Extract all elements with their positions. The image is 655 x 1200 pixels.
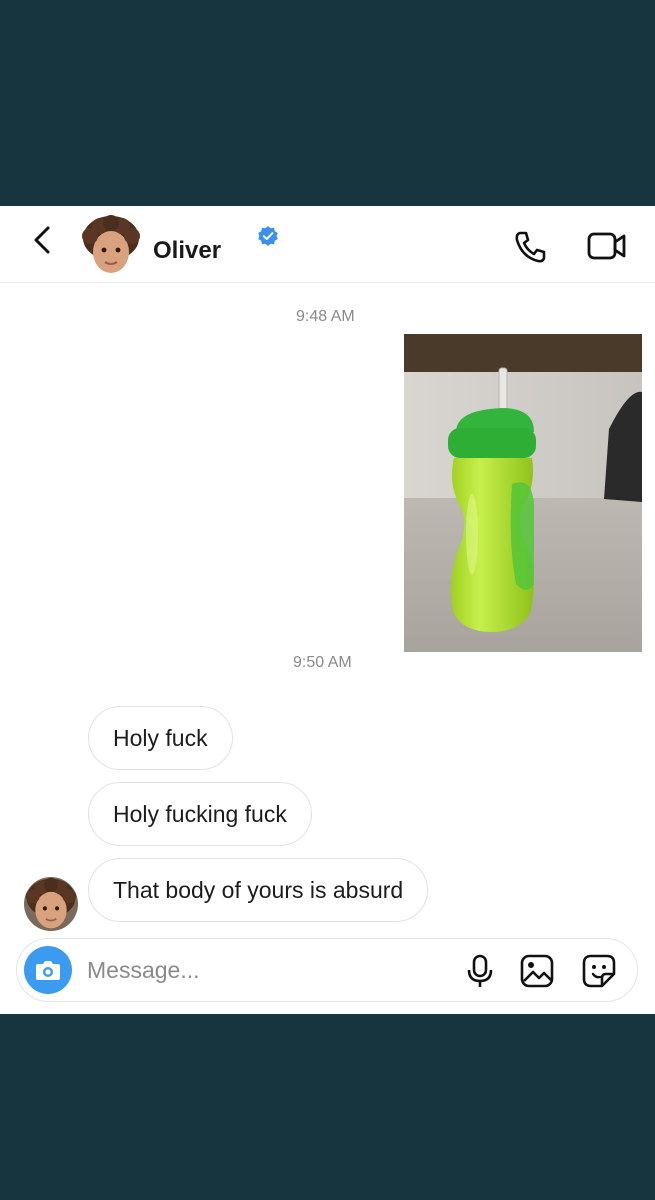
chat-screen: Oliver 9:48 AM 9:50 AM Holy fuck Holy fu… (0, 206, 655, 1014)
timestamp: 9:50 AM (293, 654, 352, 671)
microphone-icon[interactable] (465, 953, 495, 989)
gallery-icon[interactable] (519, 953, 555, 989)
verified-badge-icon (258, 226, 278, 246)
sent-photo[interactable] (404, 334, 642, 652)
phone-icon[interactable] (512, 228, 550, 266)
contact-name[interactable]: Oliver (153, 237, 221, 265)
received-message[interactable]: Holy fuck (88, 706, 233, 770)
sender-avatar[interactable] (24, 877, 78, 931)
received-message[interactable]: That body of yours is absurd (88, 858, 429, 922)
message-composer (16, 938, 638, 1002)
contact-avatar[interactable] (80, 214, 142, 276)
message-input[interactable] (87, 951, 447, 989)
timestamp: 9:48 AM (296, 308, 355, 325)
sticker-icon[interactable] (581, 953, 617, 989)
back-icon[interactable] (28, 222, 58, 258)
chat-header: Oliver (0, 206, 655, 283)
camera-icon[interactable] (24, 946, 72, 994)
received-message[interactable]: Holy fucking fuck (88, 782, 312, 846)
video-camera-icon[interactable] (586, 228, 628, 264)
